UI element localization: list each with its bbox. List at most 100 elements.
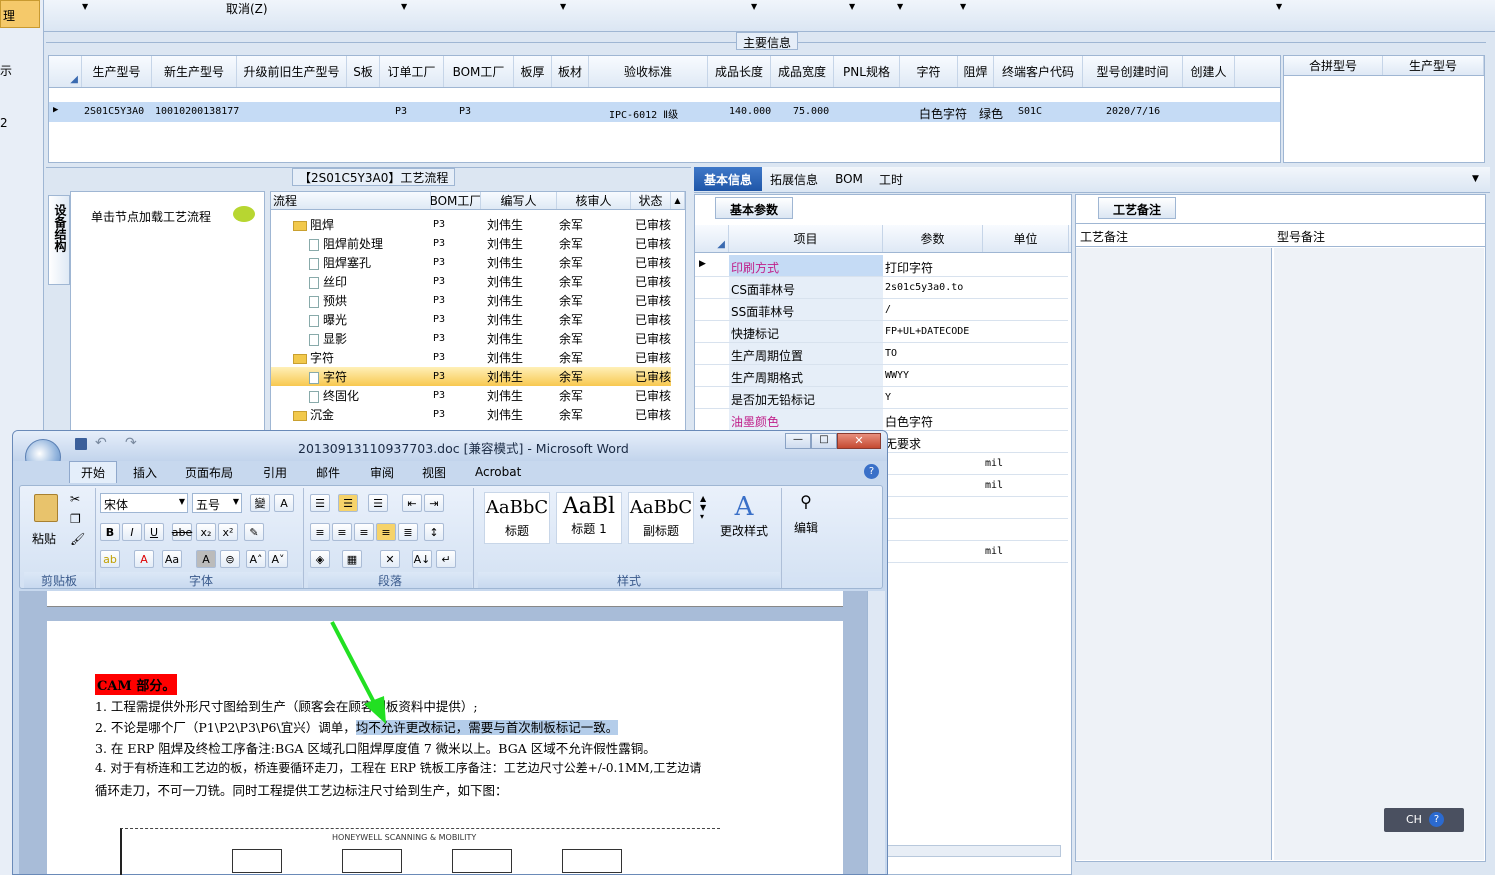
tab-work-hours[interactable]: 工时 <box>874 167 908 191</box>
doc-line-4[interactable]: 4. 对于有桥连和工艺边的板，桥连要循环走刀，工程在 ERP 铣板工序备注：工艺… <box>95 759 701 776</box>
tree-cell-status[interactable]: 已审核 <box>635 406 671 423</box>
tree-cell-factory[interactable]: P3 <box>433 314 445 325</box>
tree-cell-reviewer[interactable]: 余军 <box>559 311 583 328</box>
tree-node-label[interactable]: 丝印 <box>309 273 347 290</box>
redo-icon[interactable]: ↷ <box>125 435 137 451</box>
tree-cell-writer[interactable]: 刘伟生 <box>487 406 523 423</box>
cell-new-model[interactable]: 10010200138177 <box>155 106 239 117</box>
tree-cell-writer[interactable]: 刘伟生 <box>487 387 523 404</box>
tree-cell-writer[interactable]: 刘伟生 <box>487 235 523 252</box>
tab-menu-arrow-icon[interactable]: ▼ <box>1472 174 1479 184</box>
param-item[interactable]: 油墨颜色 <box>731 413 779 430</box>
show-marks-button[interactable]: ↵ <box>436 550 456 568</box>
help-icon[interactable]: ? <box>1429 812 1444 827</box>
undo-icon[interactable]: ↶ <box>95 435 107 451</box>
shrink-font-button[interactable]: A˅ <box>268 550 288 568</box>
tree-cell-status[interactable]: 已审核 <box>635 254 671 271</box>
change-case-button[interactable]: Aa <box>162 550 182 568</box>
column-header[interactable]: 成品宽度 <box>771 56 834 87</box>
font-color-button[interactable]: A <box>134 550 154 568</box>
sort-button[interactable]: A↓ <box>412 550 432 568</box>
column-header[interactable]: BOM工厂 <box>431 192 481 209</box>
justify-button[interactable]: ≡ <box>376 523 396 541</box>
process-notes-textarea[interactable] <box>1076 248 1272 860</box>
highlight-button[interactable]: ab <box>100 550 120 568</box>
decrease-indent-button[interactable]: ⇤ <box>402 494 422 512</box>
dropdown-arrow-icon[interactable]: ▼ <box>1276 2 1282 11</box>
tab-acrobat[interactable]: Acrobat <box>475 461 521 483</box>
tree-cell-writer[interactable]: 刘伟生 <box>487 368 523 385</box>
cell-silkscreen[interactable]: 白色字符 <box>919 105 967 122</box>
tree-row[interactable]: 阻焊塞孔 P3 刘伟生 余军 已审核 <box>271 253 671 272</box>
tab-page-layout[interactable]: 页面布局 <box>185 461 233 483</box>
column-header[interactable]: 生产型号 <box>82 56 152 87</box>
tree-cell-factory[interactable]: P3 <box>433 390 445 401</box>
tree-cell-status[interactable]: 已审核 <box>635 349 671 366</box>
ime-toolbar[interactable]: CH ? <box>1384 808 1464 832</box>
style-scroll-icon[interactable]: ▲ ▼ ▾ <box>700 494 706 521</box>
param-value[interactable]: 2s01c5y3a0.to <box>885 282 963 293</box>
clear-format-button[interactable]: ✎ <box>244 523 264 541</box>
column-header[interactable]: 流程 <box>271 192 431 209</box>
align-right-button[interactable]: ≡ <box>354 523 374 541</box>
tree-node-label[interactable]: 显影 <box>309 330 347 347</box>
dropdown-arrow-icon[interactable]: ▼ <box>849 2 855 11</box>
column-header[interactable]: 编写人 <box>481 192 557 209</box>
tree-cell-writer[interactable]: 刘伟生 <box>487 292 523 309</box>
param-row[interactable]: ▶ 印刷方式 打印字符 <box>695 255 1068 277</box>
column-header[interactable]: 板厚 <box>514 56 552 87</box>
tree-cell-writer[interactable]: 刘伟生 <box>487 273 523 290</box>
tab-home[interactable]: 开始 <box>69 461 117 483</box>
ime-language[interactable]: CH <box>1406 813 1422 826</box>
param-row[interactable]: CS面菲林号 2s01c5y3a0.to <box>695 277 1068 299</box>
basic-params-tab[interactable]: 基本参数 <box>715 197 793 219</box>
param-row[interactable]: 快捷标记 FP+UL+DATECODE <box>695 321 1068 343</box>
maximize-button[interactable]: □ <box>811 433 837 449</box>
tree-cell-status[interactable]: 已审核 <box>635 387 671 404</box>
tree-cell-reviewer[interactable]: 余军 <box>559 349 583 366</box>
param-value[interactable]: 打印字符 <box>885 259 933 276</box>
param-value[interactable]: Y <box>885 392 891 403</box>
param-row[interactable]: 生产周期格式 WWYY <box>695 365 1068 387</box>
tree-cell-reviewer[interactable]: 余军 <box>559 368 583 385</box>
save-icon[interactable] <box>75 438 87 450</box>
tree-cell-reviewer[interactable]: 余军 <box>559 273 583 290</box>
tree-cell-writer[interactable]: 刘伟生 <box>487 254 523 271</box>
column-header[interactable]: 板材 <box>552 56 589 87</box>
column-header[interactable]: 升级前旧生产型号 <box>237 56 347 87</box>
tab-extended-info[interactable]: 拓展信息 <box>764 167 824 191</box>
left-nav-item[interactable]: 示 <box>0 62 12 79</box>
dropdown-arrow-icon[interactable]: ▼ <box>82 2 88 11</box>
tab-view[interactable]: 视图 <box>422 461 446 483</box>
dropdown-arrow-icon[interactable]: ▼ <box>751 2 757 11</box>
param-row[interactable]: 是否加无铅标记 Y <box>695 387 1068 409</box>
param-item[interactable]: 是否加无铅标记 <box>731 391 815 408</box>
dropdown-arrow-icon[interactable]: ▼ <box>560 2 566 11</box>
multilevel-list-button[interactable]: ☰ <box>368 494 388 512</box>
dropdown-arrow-icon[interactable]: ▼ <box>960 2 966 11</box>
column-header[interactable]: 参数 <box>883 225 983 252</box>
tree-row[interactable]: 阻焊 P3 刘伟生 余军 已审核 <box>271 215 671 234</box>
tree-cell-reviewer[interactable]: 余军 <box>559 387 583 404</box>
tree-node-label[interactable]: 字符 <box>293 349 334 366</box>
cell-length[interactable]: 140.000 <box>729 106 771 117</box>
numbering-button[interactable]: ☰ <box>338 494 358 512</box>
param-row[interactable]: SS面菲林号 / <box>695 299 1068 321</box>
bullets-button[interactable]: ☰ <box>310 494 330 512</box>
char-border-button[interactable]: A <box>274 494 294 512</box>
doc-heading[interactable]: CAM 部分。 <box>95 674 178 695</box>
tree-node-label[interactable]: 沉金 <box>293 406 334 423</box>
tree-row[interactable]: 字符 P3 刘伟生 余军 已审核 <box>271 367 671 386</box>
column-header[interactable]: 项目 <box>729 225 883 252</box>
minimize-button[interactable]: — <box>785 433 811 449</box>
param-item[interactable]: 生产周期格式 <box>731 369 803 386</box>
cell-customer-code[interactable]: S01C <box>1018 106 1042 117</box>
tree-cell-status[interactable]: 已审核 <box>635 368 671 385</box>
tree-cell-reviewer[interactable]: 余军 <box>559 330 583 347</box>
tree-row[interactable]: 字符 P3 刘伟生 余军 已审核 <box>271 348 671 367</box>
font-name-select[interactable]: 宋体 ▼ <box>100 493 188 513</box>
strikethrough-button[interactable]: abe <box>172 523 192 541</box>
line-spacing-button[interactable]: ↕ <box>424 523 444 541</box>
style-subtitle[interactable]: AaBbC 副标题 <box>628 492 694 544</box>
cell-solder-mask[interactable]: 绿色 <box>979 105 1003 122</box>
